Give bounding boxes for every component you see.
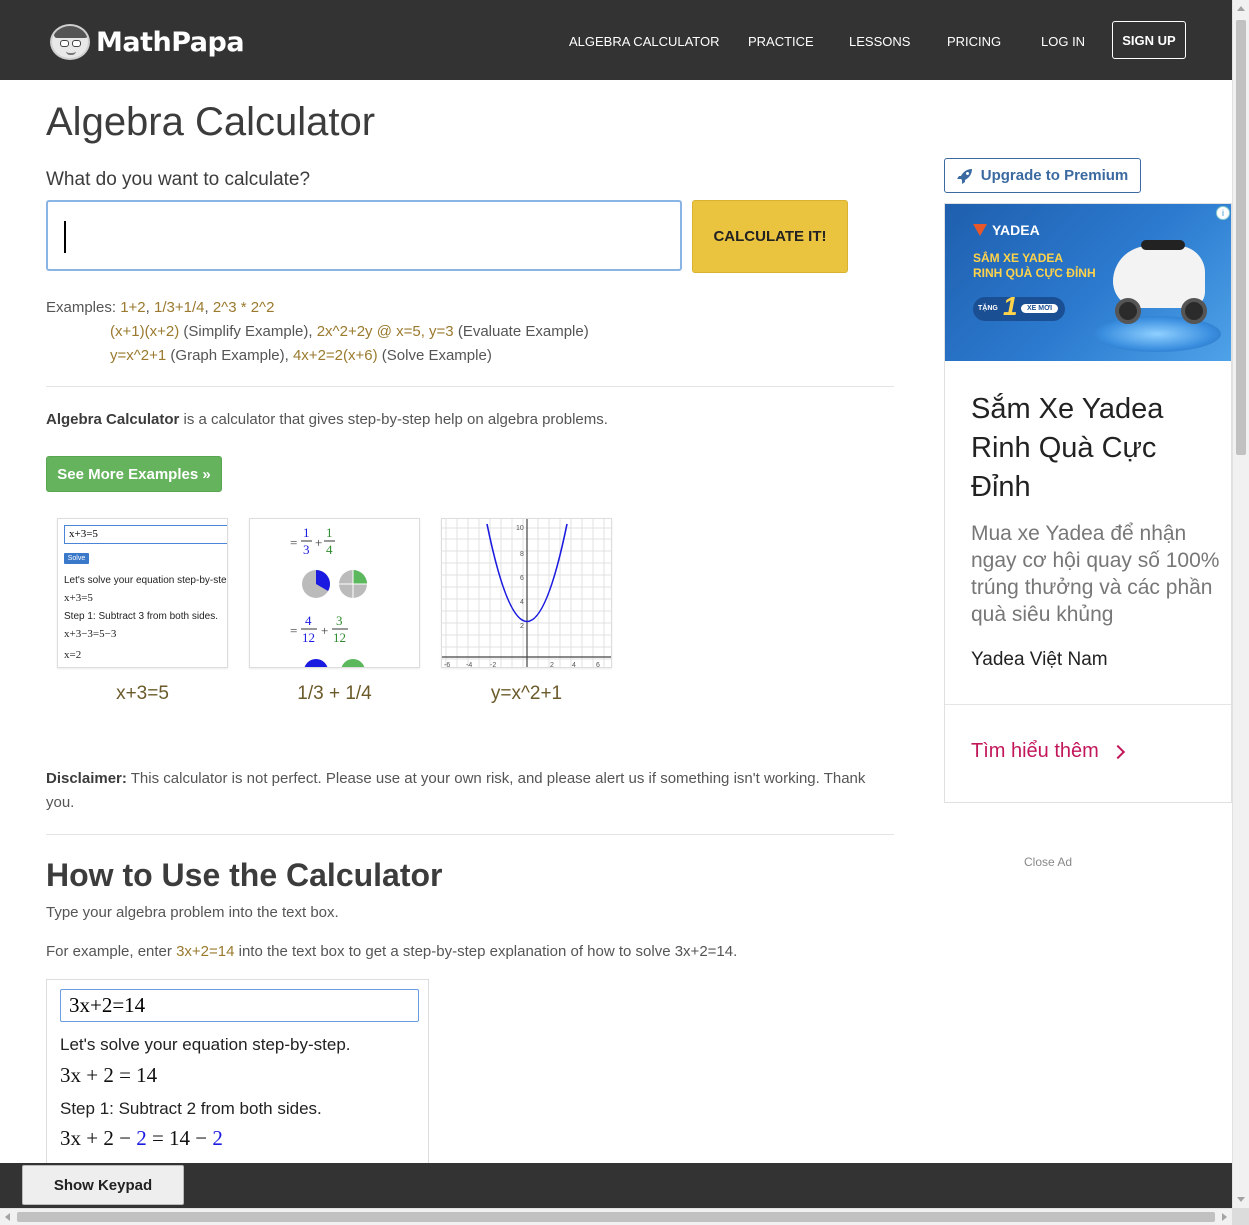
example-link[interactable]: 1+2 [120, 299, 145, 316]
thumbnail-input: x+3=5 [64, 525, 227, 544]
svg-text:3: 3 [303, 542, 310, 557]
svg-text:6: 6 [596, 662, 600, 668]
thumbnail-caption[interactable]: x+3=5 [57, 683, 228, 705]
svg-text:4: 4 [520, 599, 524, 606]
nav-algebra-calculator[interactable]: ALGEBRA CALCULATOR [569, 34, 720, 49]
scroll-right-icon[interactable] [1222, 1213, 1227, 1221]
ad-banner-image[interactable]: i YADEA SẮM XE YADEA RINH QUÀ CỰC ĐỈNH T… [945, 204, 1231, 361]
svg-text:3: 3 [336, 613, 343, 628]
page-title: Algebra Calculator [46, 100, 376, 144]
logo[interactable]: MathPapa [50, 22, 245, 62]
scroll-left-icon[interactable] [5, 1213, 10, 1221]
scroll-up-icon[interactable] [1237, 6, 1245, 11]
svg-text:+: + [315, 535, 322, 550]
thumbnail-solve-example[interactable]: x+3=5 Solve Let's solve your equation st… [57, 518, 228, 668]
close-ad-link[interactable]: Close Ad [1024, 855, 1072, 869]
horizontal-scrollbar[interactable] [0, 1208, 1232, 1225]
keypad-bar [0, 1163, 1232, 1210]
svg-text:12: 12 [302, 630, 315, 645]
svg-text:-2: -2 [490, 662, 496, 668]
example-link-solve[interactable]: 4x+2=2(x+6) [293, 347, 378, 364]
nav-pricing[interactable]: PRICING [947, 34, 1001, 49]
brand-name: MathPapa [96, 26, 245, 58]
example-link-evaluate[interactable]: 2x^2+2y @ x=5, y=3 [317, 323, 454, 340]
example-link-simplify[interactable]: (x+1)(x+2) [110, 323, 179, 340]
yadea-logo-icon [973, 224, 987, 236]
ad-info-icon[interactable]: i [1216, 206, 1230, 220]
signup-button[interactable]: SIGN UP [1112, 21, 1186, 59]
svg-text:12: 12 [333, 630, 346, 645]
calculate-button[interactable]: CALCULATE IT! [692, 200, 848, 273]
divider [46, 386, 894, 387]
example-link-graph[interactable]: y=x^2+1 [110, 347, 166, 364]
scrollbar-thumb[interactable] [1236, 20, 1246, 455]
mascot-logo-icon [50, 24, 90, 60]
thumbnail-caption[interactable]: y=x^2+1 [441, 683, 612, 705]
calculator-prompt: What do you want to calculate? [46, 169, 311, 190]
ad-advertiser: Yadea Việt Nam [971, 649, 1108, 670]
example-link[interactable]: 1/3+1/4 [154, 299, 204, 316]
example-link[interactable]: 3x+2=14 [176, 943, 234, 960]
svg-text:10: 10 [516, 525, 524, 532]
top-navbar: MathPapa ALGEBRA CALCULATOR PRACTICE LES… [0, 0, 1232, 80]
divider [945, 704, 1231, 705]
parabola-graph: 10 8 6 4 2 -6 -4 -2 2 4 6 [442, 519, 611, 668]
text-caret [64, 221, 66, 253]
intro-text: Algebra Calculator is a calculator that … [46, 411, 608, 428]
scrollbar-corner [1232, 1208, 1249, 1225]
svg-text:+: + [321, 623, 328, 638]
demo-screenshot: 3x+2=14 Let's solve your equation step-b… [46, 979, 429, 1169]
svg-text:2: 2 [520, 623, 524, 630]
rocket-icon [956, 168, 972, 184]
svg-text:4: 4 [572, 662, 576, 668]
svg-text:8: 8 [520, 551, 524, 558]
disclaimer: Disclaimer: This calculator is not perfe… [46, 770, 866, 811]
svg-text:=: = [290, 623, 297, 638]
svg-text:1: 1 [326, 525, 333, 540]
nav-login[interactable]: LOG IN [1041, 34, 1085, 49]
examples-label: Examples: [46, 299, 117, 316]
scrollbar-thumb[interactable] [17, 1212, 1215, 1222]
thumbnail-fractions-example[interactable]: = 1 3 + 1 4 = 4 12 + 3 12 [249, 518, 420, 668]
ad-title[interactable]: Sắm Xe Yadea Rinh Quà Cực Đỉnh [971, 390, 1221, 507]
howto-paragraph: Type your algebra problem into the text … [46, 904, 339, 921]
svg-text:=: = [290, 535, 297, 550]
ad-description: Mua xe Yadea để nhận ngay cơ hội quay số… [971, 522, 1220, 626]
divider [46, 834, 894, 835]
expression-input[interactable] [46, 200, 682, 271]
thumbnail-caption[interactable]: 1/3 + 1/4 [249, 683, 420, 705]
upgrade-premium-button[interactable]: Upgrade to Premium [944, 158, 1141, 193]
svg-text:-4: -4 [466, 662, 472, 668]
nav-practice[interactable]: PRACTICE [748, 34, 814, 49]
svg-text:-6: -6 [444, 662, 450, 668]
thumbnail-graph-example[interactable]: 10 8 6 4 2 -6 -4 -2 2 4 6 [441, 518, 612, 668]
svg-text:6: 6 [520, 575, 524, 582]
show-keypad-button[interactable]: Show Keypad [22, 1165, 184, 1205]
see-more-examples-button[interactable]: See More Examples » [46, 456, 222, 492]
svg-text:1: 1 [303, 525, 310, 540]
vertical-scrollbar[interactable] [1232, 0, 1249, 1208]
thumbnail-solve-button: Solve [64, 553, 89, 564]
nav-lessons[interactable]: LESSONS [849, 34, 910, 49]
svg-text:4: 4 [326, 542, 333, 557]
chevron-right-icon [1110, 744, 1125, 759]
scroll-down-icon[interactable] [1237, 1197, 1245, 1202]
svg-text:2: 2 [550, 662, 554, 668]
demo-input: 3x+2=14 [60, 989, 419, 1022]
howto-heading: How to Use the Calculator [46, 857, 443, 893]
ad-learn-more-link[interactable]: Tìm hiểu thêm [971, 740, 1125, 763]
ad-badge: TẶNG 1 XE MỚI [973, 291, 1065, 321]
advertisement[interactable]: i YADEA SẮM XE YADEA RINH QUÀ CỰC ĐỈNH T… [944, 203, 1232, 803]
howto-example-paragraph: For example, enter 3x+2=14 into the text… [46, 943, 738, 960]
svg-text:4: 4 [305, 613, 312, 628]
example-link[interactable]: 2^3 * 2^2 [213, 299, 275, 316]
fractions-illustration: = 1 3 + 1 4 = 4 12 + 3 12 [290, 525, 367, 667]
